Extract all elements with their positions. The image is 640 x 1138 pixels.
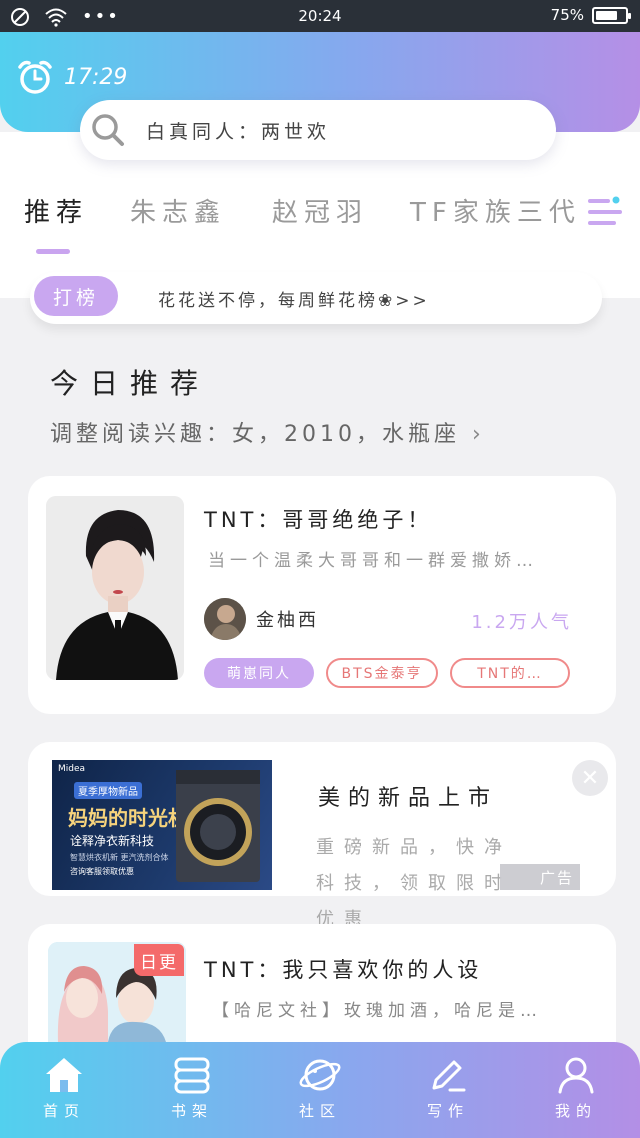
user-icon bbox=[558, 1057, 594, 1094]
tab-recommend[interactable]: 推荐 bbox=[24, 192, 88, 229]
nav-profile[interactable]: 我的 bbox=[536, 1054, 616, 1121]
book-title: TNT：哥哥绝绝子！ bbox=[204, 508, 433, 532]
popularity-count: 1.2万人气 bbox=[471, 612, 572, 633]
daily-update-badge: 日更 bbox=[134, 944, 184, 976]
book-title: TNT：我只喜欢你的人设 bbox=[204, 958, 483, 982]
tag-chip[interactable]: BTS金泰亨 bbox=[326, 658, 438, 688]
ad-image-tag: 夏季厚物新品 bbox=[74, 782, 142, 799]
check-in-clock[interactable]: 17:29 bbox=[16, 58, 127, 96]
tab-menu-icon[interactable] bbox=[588, 196, 626, 230]
tag-chip[interactable]: 萌崽同人 bbox=[204, 658, 314, 688]
reading-interest-text: 调整阅读兴趣：女，2010，水瓶座 bbox=[50, 422, 460, 447]
status-time: 20:24 bbox=[298, 7, 342, 25]
ad-title: 美的新品上市 bbox=[318, 786, 499, 811]
washing-machine-image bbox=[176, 770, 260, 882]
status-bar: ••• 20:24 75% bbox=[0, 0, 640, 32]
battery-percent: 75% bbox=[550, 6, 584, 24]
close-icon[interactable]: ✕ bbox=[572, 760, 608, 796]
pen-icon bbox=[432, 1060, 466, 1092]
nav-home[interactable]: 首页 bbox=[24, 1054, 104, 1121]
search-placeholder: 白真同人：两世欢 bbox=[146, 120, 331, 143]
ad-image-slogan: 诠释净衣新科技 bbox=[70, 834, 155, 848]
nav-label: 社区 bbox=[298, 1102, 341, 1120]
ad-image-features: 智慧烘衣机新 更汽洗剂合体 bbox=[70, 853, 169, 862]
book-cover bbox=[46, 496, 184, 680]
avatar bbox=[204, 598, 246, 640]
bookshelf-icon bbox=[174, 1057, 210, 1094]
planet-icon bbox=[299, 1059, 341, 1091]
ad-card[interactable]: Midea 夏季厚物新品 妈妈的时光机 诠释净衣新科技 智慧烘衣机新 更汽洗剂合… bbox=[28, 742, 616, 930]
bottom-navigation: 首页 书架 社区 写作 我的 bbox=[0, 1042, 640, 1138]
ad-brand-logo: Midea bbox=[58, 764, 86, 774]
rank-button[interactable]: 打榜 bbox=[34, 276, 118, 316]
nav-label: 书架 bbox=[170, 1102, 213, 1120]
active-tab-indicator bbox=[36, 249, 70, 254]
tag-list: 萌崽同人 BTS金泰亨 TNT的… bbox=[204, 658, 570, 688]
ad-label: 广告 bbox=[500, 864, 580, 890]
battery-icon bbox=[592, 6, 631, 24]
tab-zhu-zhixin[interactable]: 朱志鑫 bbox=[130, 192, 226, 229]
nav-bookshelf[interactable]: 书架 bbox=[152, 1054, 232, 1121]
nav-label: 写作 bbox=[426, 1102, 469, 1120]
nav-label: 首页 bbox=[42, 1102, 85, 1120]
alarm-clock-icon bbox=[18, 60, 52, 94]
nav-write[interactable]: 写作 bbox=[408, 1054, 488, 1121]
tag-chip[interactable]: TNT的… bbox=[450, 658, 570, 688]
tab-tf-family[interactable]: TF家族三代 bbox=[410, 192, 581, 229]
book-description: 当一个温柔大哥哥和一群爱撒娇… bbox=[208, 551, 538, 571]
book-description: 【哈尼文社】玫瑰加酒，哈尼是… bbox=[212, 1001, 542, 1021]
ad-image-cta: 咨询客服领取优惠 bbox=[70, 867, 134, 876]
rank-banner-text: 花花送不停，每周鲜花榜❀>> bbox=[158, 291, 430, 311]
ad-image: Midea 夏季厚物新品 妈妈的时光机 诠释净衣新科技 智慧烘衣机新 更汽洗剂合… bbox=[52, 760, 272, 890]
nav-label: 我的 bbox=[554, 1102, 597, 1120]
reading-interest-link[interactable]: 调整阅读兴趣：女，2010，水瓶座 › bbox=[50, 416, 485, 448]
category-tabs: 推荐 朱志鑫 赵冠羽 TF家族三代 bbox=[0, 192, 640, 242]
search-icon bbox=[92, 114, 124, 146]
author-info[interactable]: 金柚西 bbox=[204, 598, 319, 640]
book-card[interactable]: TNT：哥哥绝绝子！ 当一个温柔大哥哥和一群爱撒娇… 金柚西 1.2万人气 萌崽… bbox=[28, 476, 616, 714]
author-name: 金柚西 bbox=[256, 610, 319, 631]
tab-zhao-guanyu[interactable]: 赵冠羽 bbox=[272, 192, 368, 229]
search-bar[interactable]: 白真同人：两世欢 bbox=[80, 100, 556, 160]
home-icon bbox=[46, 1058, 82, 1092]
chevron-right-icon: › bbox=[472, 422, 485, 447]
clock-time: 17:29 bbox=[64, 64, 128, 90]
section-title: 今日推荐 bbox=[50, 367, 211, 400]
nav-community[interactable]: 社区 bbox=[280, 1054, 360, 1121]
rank-banner[interactable]: 打榜 花花送不停，每周鲜花榜❀>> bbox=[30, 272, 602, 324]
